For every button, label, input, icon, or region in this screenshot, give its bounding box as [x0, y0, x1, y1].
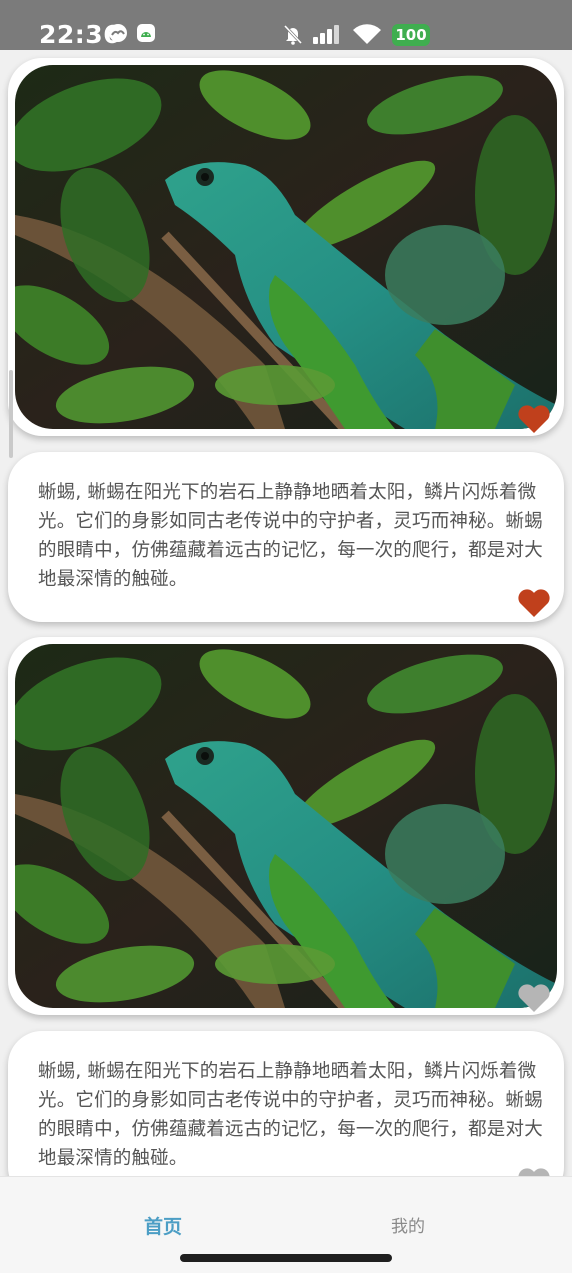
like-heart-icon[interactable]	[517, 1167, 551, 1176]
signal-icon	[312, 23, 342, 45]
text-card[interactable]: 蜥蜴, 蜥蜴在阳光下的岩石上静静地晒着太阳，鳞片闪烁着微光。它们的身影如同古老传…	[8, 1031, 564, 1176]
battery-icon: 100	[392, 24, 430, 46]
wifi-icon	[352, 23, 382, 45]
mute-bell-icon	[282, 23, 304, 45]
weather-icon	[108, 23, 128, 43]
image-card[interactable]	[8, 58, 564, 436]
scroll-indicator[interactable]	[9, 370, 13, 458]
like-heart-icon[interactable]	[517, 588, 551, 618]
lizard-photo[interactable]	[15, 644, 557, 1008]
android-app-icon	[136, 23, 156, 43]
feed[interactable]: 蜥蜴, 蜥蜴在阳光下的岩石上静静地晒着太阳，鳞片闪烁着微光。它们的身影如同古老传…	[0, 50, 572, 1176]
image-card[interactable]	[8, 637, 564, 1015]
tab-mine[interactable]: 我的	[338, 1213, 478, 1241]
text-card[interactable]: 蜥蜴, 蜥蜴在阳光下的岩石上静静地晒着太阳，鳞片闪烁着微光。它们的身影如同古老传…	[8, 452, 564, 622]
like-heart-icon[interactable]	[517, 404, 551, 434]
like-heart-icon[interactable]	[517, 983, 551, 1013]
status-bar: 22:36 100	[0, 0, 572, 50]
tab-home[interactable]: 首页	[93, 1213, 233, 1241]
home-indicator[interactable]	[180, 1254, 392, 1262]
description-text: 蜥蜴, 蜥蜴在阳光下的岩石上静静地晒着太阳，鳞片闪烁着微光。它们的身影如同古老传…	[38, 1061, 543, 1169]
lizard-photo[interactable]	[15, 65, 557, 429]
description-text: 蜥蜴, 蜥蜴在阳光下的岩石上静静地晒着太阳，鳞片闪烁着微光。它们的身影如同古老传…	[38, 482, 543, 590]
